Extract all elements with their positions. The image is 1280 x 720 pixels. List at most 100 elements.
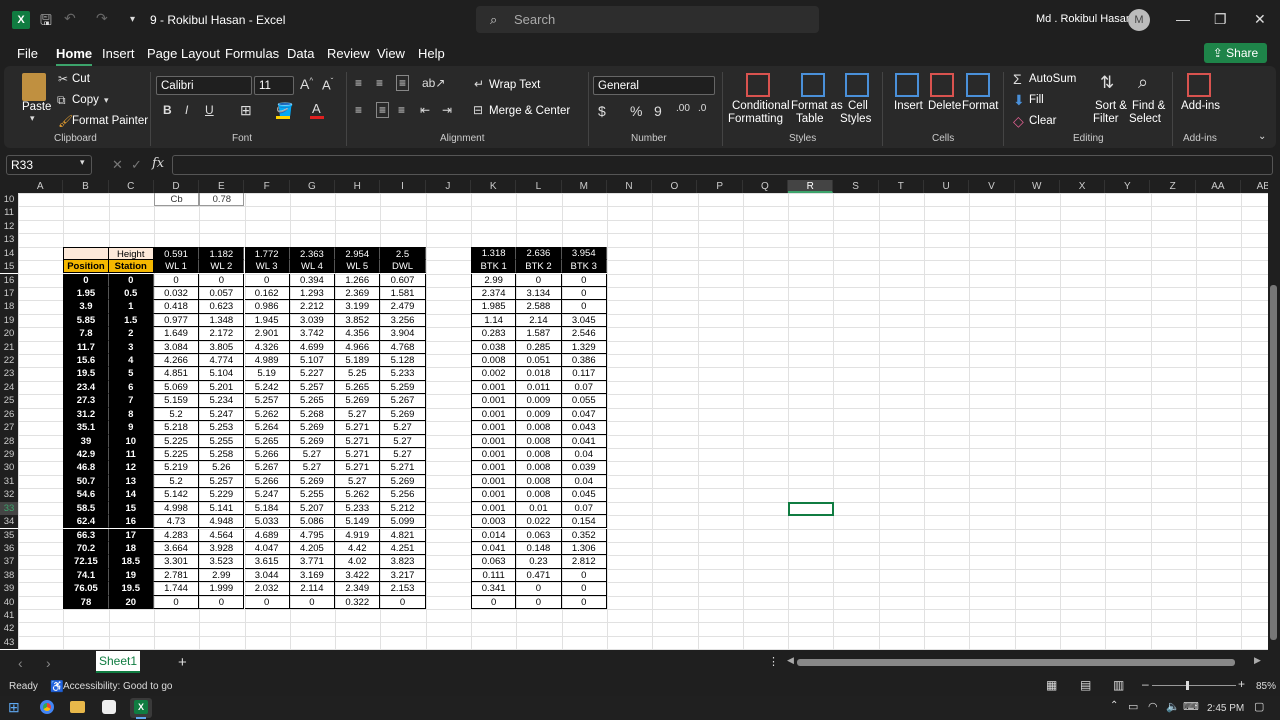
table1-cell[interactable]: 3.084	[153, 340, 200, 354]
table2-cell[interactable]: 0.041	[471, 541, 517, 556]
merge-center-icon[interactable]: ⊟	[473, 103, 483, 117]
table1-cell[interactable]: 0	[289, 595, 336, 609]
row-header-36[interactable]: 36	[0, 541, 18, 556]
table2-cell[interactable]: 0.01	[516, 501, 562, 516]
column-header-s[interactable]: S	[833, 180, 879, 193]
vertical-scroll-thumb[interactable]	[1270, 285, 1277, 640]
align-top-icon[interactable]: ≡	[355, 76, 362, 90]
table2-cell[interactable]: 0.003	[471, 515, 517, 529]
row-header-32[interactable]: 32	[0, 488, 18, 502]
table2-cell[interactable]: 0.04	[561, 474, 607, 489]
table1-cell[interactable]: 0.162	[244, 286, 290, 301]
table1-cell[interactable]: 5.269	[289, 474, 336, 489]
table2-cell[interactable]: 0.001	[471, 394, 517, 408]
table1-cell[interactable]: 0	[244, 595, 290, 609]
accessibility-status[interactable]: Accessibility: Good to go	[63, 681, 173, 692]
clear-button[interactable]: Clear	[1029, 115, 1056, 127]
customize-quick-access-icon[interactable]: ▾	[130, 14, 135, 25]
delete-cells-icon[interactable]	[930, 73, 954, 97]
column-header-u[interactable]: U	[924, 180, 970, 193]
table1-cell[interactable]: 2.901	[244, 327, 290, 341]
paste-icon[interactable]	[22, 73, 46, 101]
table1-cell[interactable]: 5.033	[244, 515, 290, 529]
column-header-f[interactable]: F	[245, 180, 290, 193]
table1-cell[interactable]: 0	[380, 595, 426, 609]
row-header-11[interactable]: 11	[0, 206, 18, 220]
row-header-26[interactable]: 26	[0, 407, 18, 422]
format-painter-icon[interactable]: 🖌	[58, 114, 73, 128]
table2-cell[interactable]: 0.008	[516, 421, 562, 435]
table1-cell[interactable]: 2.212	[289, 300, 336, 314]
row-header-23[interactable]: 23	[0, 367, 18, 381]
undo-icon[interactable]: ↶	[64, 10, 76, 27]
cut-button[interactable]: Cut	[72, 73, 90, 85]
table1-cell[interactable]: 42.9	[63, 447, 109, 462]
table1-header-height[interactable]: 1.772	[244, 246, 290, 261]
table2-cell[interactable]: 0.063	[516, 528, 562, 542]
table1-cell[interactable]: 5.27	[289, 447, 336, 462]
menu-data[interactable]: Data	[287, 46, 314, 61]
table1-cell[interactable]: 50.7	[63, 474, 109, 489]
table1-cell[interactable]: 0.418	[153, 300, 200, 314]
table2-cell[interactable]: 2.812	[561, 555, 607, 569]
borders-icon[interactable]: ⊞	[240, 102, 252, 119]
table2-cell[interactable]: 0.038	[471, 340, 517, 354]
conditional-formatting-icon[interactable]	[746, 73, 770, 97]
table2-cell[interactable]: 0.055	[561, 394, 607, 408]
table1-cell[interactable]: 2.781	[153, 568, 200, 583]
table2-cell[interactable]: 0.386	[561, 354, 607, 368]
table1-cell[interactable]: 9	[108, 421, 154, 435]
table2-cell[interactable]: 0	[561, 582, 607, 596]
scroll-sheets-right-icon[interactable]: ›	[46, 655, 51, 671]
column-header-x[interactable]: X	[1060, 180, 1106, 193]
table2-cell[interactable]: 0.039	[561, 461, 607, 475]
table1-cell[interactable]: 5.242	[244, 380, 290, 395]
font-color-icon[interactable]: A	[312, 101, 321, 116]
page-layout-view-icon[interactable]: ▤	[1080, 678, 1091, 692]
column-header-n[interactable]: N	[607, 180, 653, 193]
column-header-a[interactable]: A	[18, 180, 64, 193]
zoom-slider-thumb[interactable]	[1186, 681, 1189, 690]
table1-cell[interactable]: 23.4	[63, 380, 109, 395]
row-header-41[interactable]: 41	[0, 609, 18, 623]
table1-cell[interactable]: 3.928	[199, 541, 245, 556]
formula-input[interactable]	[172, 155, 1273, 175]
zoom-slider[interactable]	[1152, 685, 1236, 686]
row-header-25[interactable]: 25	[0, 394, 18, 408]
table2-cell[interactable]: 0.009	[516, 407, 562, 422]
table1-cell[interactable]: 4.42	[335, 541, 381, 556]
row-header-43[interactable]: 43	[0, 635, 18, 650]
table1-cell[interactable]: 5.128	[380, 354, 426, 368]
table1-cell[interactable]: 0.032	[153, 286, 200, 301]
table1-cell[interactable]: 0	[63, 273, 109, 287]
sort-filter-icon[interactable]: ⇅	[1100, 73, 1114, 93]
table1-cell[interactable]: 5.27	[380, 434, 426, 448]
table1-cell[interactable]: 4.948	[199, 515, 245, 529]
table1-cell[interactable]: 72.15	[63, 555, 109, 569]
table1-cell[interactable]: 4.699	[289, 340, 336, 354]
table1-cell[interactable]: 35.1	[63, 421, 109, 435]
row-header-35[interactable]: 35	[0, 528, 18, 542]
table1-cell[interactable]: 5.259	[380, 380, 426, 395]
table2-cell[interactable]: 0.014	[471, 528, 517, 542]
table1-cell[interactable]: 3.039	[289, 313, 336, 328]
table1-header-height[interactable]: 2.363	[289, 246, 336, 261]
table2-cell[interactable]: 0.07	[561, 501, 607, 516]
column-header-y[interactable]: Y	[1105, 180, 1151, 193]
table1-cell[interactable]: 3.742	[289, 327, 336, 341]
table1-cell[interactable]: 5.069	[153, 380, 200, 395]
table1-cell[interactable]: 78	[63, 595, 109, 609]
cell-cb-label[interactable]: Cb	[153, 193, 200, 207]
table1-cell[interactable]: 5.104	[199, 367, 245, 381]
table2-cell[interactable]: 0.008	[516, 488, 562, 502]
row-header-22[interactable]: 22	[0, 354, 18, 368]
bold-icon[interactable]: B	[163, 103, 172, 117]
table1-cell[interactable]: 4.795	[289, 528, 336, 542]
table1-cell[interactable]: 5.2	[153, 407, 200, 422]
table2-cell[interactable]: 1.985	[471, 300, 517, 314]
row-header-33[interactable]: 33	[0, 501, 18, 516]
decrease-indent-icon[interactable]: ⇤	[420, 103, 430, 117]
table2-cell[interactable]: 0.008	[516, 434, 562, 448]
table1-cell[interactable]: 15.6	[63, 354, 109, 368]
table1-cell[interactable]: 2	[108, 327, 154, 341]
